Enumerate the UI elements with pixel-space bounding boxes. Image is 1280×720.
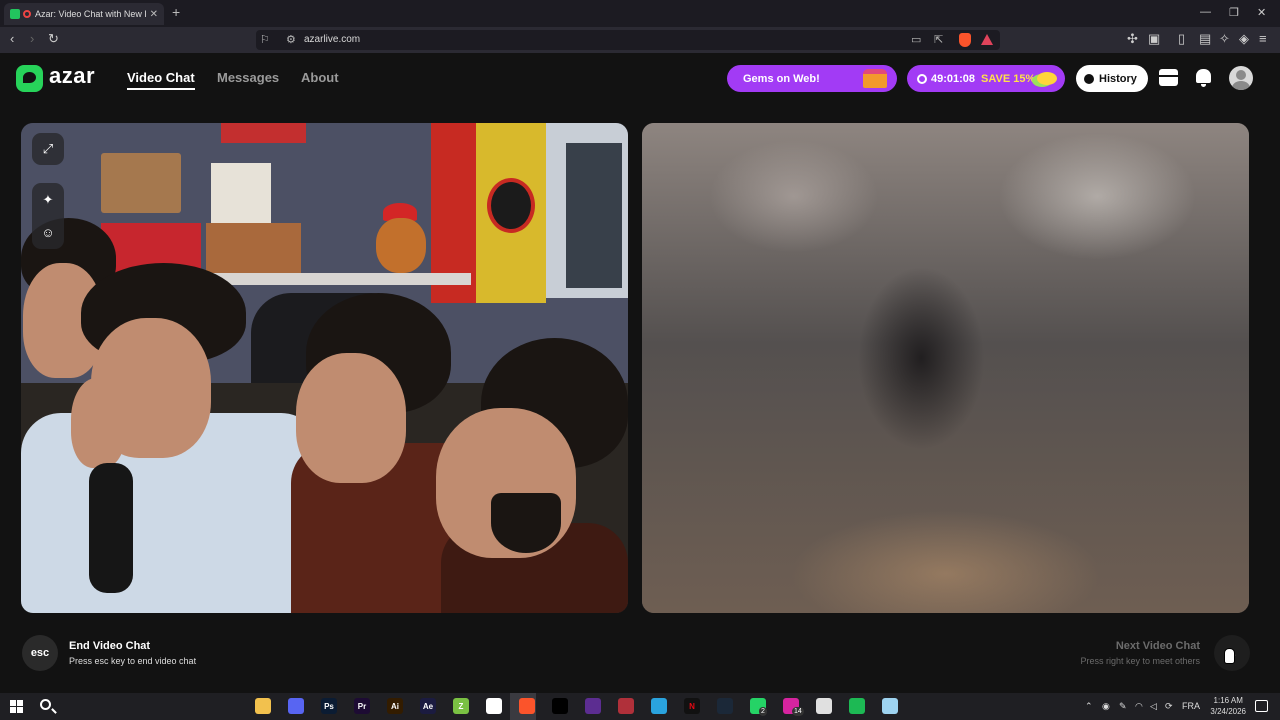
netflix-icon[interactable]: N — [684, 698, 700, 714]
windows-taskbar: Ps Pr Ai Ae Z N 2 14 ⌃ ◉ ✎ ◠ ◁ ⟳ FRA 1:16 AM 3/… — [0, 693, 1280, 720]
tiktok-icon[interactable] — [552, 698, 568, 714]
extensions-icon[interactable]: ✣ — [1127, 32, 1138, 46]
share-icon[interactable]: ⇱ — [934, 33, 943, 46]
local-video-feed — [21, 123, 628, 613]
browser-tab[interactable]: Azar: Video Chat with New Pe ✕ — [4, 3, 164, 25]
new-tab-button[interactable]: + — [172, 5, 180, 19]
recording-indicator-icon — [23, 10, 31, 18]
tray-wifi-icon[interactable]: ◠ — [1135, 701, 1143, 712]
tray-language[interactable]: FRA — [1182, 701, 1200, 711]
cast-icon[interactable]: ▭ — [911, 33, 921, 46]
steam-icon[interactable] — [717, 698, 733, 714]
nav-about[interactable]: About — [301, 70, 339, 85]
site-header: azar Video Chat Messages About Gems on W… — [0, 53, 1280, 103]
bookmark-icon[interactable]: ⚐ — [260, 33, 270, 46]
visual-studio-icon[interactable] — [585, 698, 601, 714]
taskbar-date: 3/24/2026 — [1210, 707, 1246, 716]
magic-wand-icon[interactable]: ✦ — [43, 192, 54, 208]
brave-rewards-icon[interactable] — [981, 34, 993, 45]
taskbar-search-icon[interactable] — [40, 699, 51, 710]
brave-shields-icon[interactable] — [959, 33, 971, 47]
gems-on-web-button[interactable]: Gems on Web! — [727, 65, 897, 92]
address-bar[interactable]: ⚐ ⚙ azarlive.com ▭ ⇱ — [256, 30, 1000, 50]
end-chat-title: End Video Chat — [69, 640, 151, 652]
hand-cursor-icon — [1224, 648, 1235, 664]
brave-icon[interactable] — [519, 698, 535, 714]
after-effects-icon[interactable]: Ae — [420, 698, 436, 714]
window-minimize-button[interactable]: — — [1200, 6, 1211, 18]
end-chat-button[interactable]: esc — [22, 635, 58, 671]
discord-icon[interactable] — [288, 698, 304, 714]
clock-icon — [917, 73, 927, 84]
history-clock-icon — [1084, 73, 1094, 84]
blurred-remote-image — [642, 123, 1249, 613]
fullscreen-icon: ⤢ — [42, 141, 54, 156]
wallet-extension-icon[interactable]: ▤ — [1199, 32, 1211, 46]
history-label: History — [1099, 72, 1137, 85]
telegram-icon[interactable] — [651, 698, 667, 714]
tab-title: Azar: Video Chat with New Pe — [35, 9, 146, 19]
sidebar-icon[interactable]: ▯ — [1178, 32, 1185, 46]
spotify-icon[interactable] — [849, 698, 865, 714]
nav-video-chat[interactable]: Video Chat — [127, 70, 195, 90]
file-explorer-icon[interactable] — [255, 698, 271, 714]
effects-toolbar: ✦ ☺ — [32, 183, 64, 249]
browser-tab-bar: Azar: Video Chat with New Pe ✕ + — ❐ ✕ — [0, 0, 1280, 27]
next-chat-hint: Press right key to meet others — [1080, 656, 1200, 666]
taskbar-time: 1:16 AM — [1213, 696, 1243, 705]
tab-close-icon[interactable]: ✕ — [150, 9, 158, 20]
forward-icon[interactable]: › — [30, 32, 34, 46]
store-icon[interactable] — [1159, 69, 1178, 86]
vpn-icon[interactable]: ◈ — [1239, 32, 1249, 46]
illustrator-icon[interactable]: Ai — [387, 698, 403, 714]
opera-gx-icon[interactable] — [816, 698, 832, 714]
back-icon[interactable]: ‹ — [10, 32, 14, 46]
next-chat-title: Next Video Chat — [1115, 640, 1200, 652]
gems-label: Gems on Web! — [743, 72, 820, 85]
treasure-chest-icon — [863, 69, 887, 88]
tray-sync-icon[interactable]: ⟳ — [1165, 701, 1173, 712]
remote-video-feed — [642, 123, 1249, 613]
local-camera-image — [21, 123, 628, 613]
notification-bell-icon[interactable] — [1196, 69, 1211, 87]
end-chat-hint: Press esc key to end video chat — [69, 656, 197, 666]
profile-avatar[interactable] — [1229, 66, 1253, 90]
wallet-icon[interactable]: ▣ — [1148, 32, 1160, 46]
nav-messages[interactable]: Messages — [217, 70, 279, 85]
premiere-icon[interactable]: Pr — [354, 698, 370, 714]
gem-coins-icon — [1037, 72, 1057, 85]
azar-logo-text[interactable]: azar — [49, 63, 95, 89]
whatsapp-badge: 2 — [759, 707, 767, 716]
azar-favicon-icon — [10, 9, 20, 19]
windows-start-icon[interactable] — [10, 700, 23, 713]
instagram-badge: 14 — [792, 707, 804, 716]
save-badge: SAVE 15% — [981, 72, 1036, 85]
azar-logo-icon[interactable] — [16, 65, 43, 92]
browser-toolbar: ‹ › ↻ ⚐ ⚙ azarlive.com ▭ ⇱ ✣ ▣ ▯ ▤ ✧ ◈ ≡ — [0, 27, 1280, 53]
game-app-icon[interactable] — [618, 698, 634, 714]
notification-center-icon[interactable] — [1255, 700, 1268, 712]
face-filter-icon[interactable]: ☺ — [41, 225, 54, 240]
leo-ai-icon[interactable]: ✧ — [1219, 32, 1230, 46]
menu-icon[interactable]: ≡ — [1259, 32, 1267, 46]
app-z-icon[interactable]: Z — [453, 698, 469, 714]
url-text: azarlive.com — [304, 34, 361, 45]
capcut-icon[interactable] — [486, 698, 502, 714]
fullscreen-toggle-button[interactable]: ⤢ — [32, 133, 64, 165]
window-maximize-button[interactable]: ❐ — [1229, 6, 1239, 19]
history-button[interactable]: History — [1076, 65, 1148, 92]
promo-timer-button[interactable]: 49:01:08 SAVE 15% — [907, 65, 1065, 92]
photoshop-icon[interactable]: Ps — [321, 698, 337, 714]
tray-overflow-icon[interactable]: ⌃ — [1085, 701, 1093, 712]
promo-timer: 49:01:08 — [931, 72, 976, 85]
tray-pen-icon[interactable]: ✎ — [1119, 701, 1127, 712]
notes-icon[interactable] — [882, 698, 898, 714]
window-close-button[interactable]: ✕ — [1257, 6, 1266, 19]
reload-icon[interactable]: ↻ — [48, 32, 59, 46]
site-info-icon[interactable]: ⚙ — [286, 33, 296, 46]
taskbar-clock[interactable]: 1:16 AM 3/24/2026 — [1210, 695, 1246, 717]
tray-network-icon[interactable]: ◉ — [1102, 701, 1110, 712]
tray-volume-icon[interactable]: ◁ — [1150, 701, 1157, 712]
